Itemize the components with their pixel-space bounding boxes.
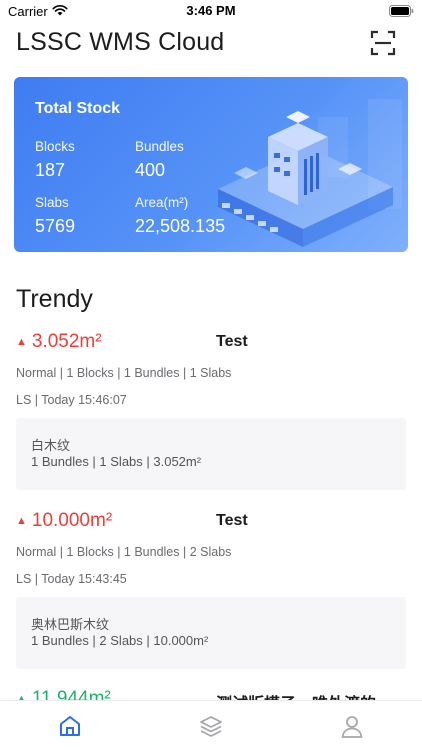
entry-area: ▲ 3.052m² — [16, 331, 102, 353]
entry-detail[interactable]: 奥林巴斯木纹 1 Bundles | 2 Slabs | 10.000m² — [16, 597, 406, 669]
blocks-label: Blocks — [35, 139, 75, 154]
area-label: Area(m²) — [135, 195, 189, 210]
detail-summary: 1 Bundles | 2 Slabs | 10.000m² — [31, 633, 209, 648]
detail-product-name: 奥林巴斯木纹 — [31, 617, 110, 632]
triangle-down-icon: ▲ — [16, 515, 27, 527]
triangle-down-icon: ▲ — [16, 336, 27, 348]
entry-owner: Test — [216, 333, 248, 350]
detail-product-name: 白木纹 — [31, 438, 71, 453]
tab-bar — [0, 700, 422, 750]
entry-detail[interactable]: 白木纹 1 Bundles | 1 Slabs | 3.052m² — [16, 418, 406, 490]
profile-icon[interactable] — [339, 713, 365, 739]
status-bar: Carrier 3:46 PM — [0, 0, 422, 22]
entry-stats: Normal | 1 Blocks | 1 Bundles | 1 Slabs — [16, 366, 232, 380]
entry-area: ▲ 10.000m² — [16, 510, 112, 532]
detail-summary: 1 Bundles | 1 Slabs | 3.052m² — [31, 454, 202, 469]
warehouse-illustration-icon — [218, 99, 402, 247]
total-stock-title: Total Stock — [35, 100, 121, 117]
area-value: 22,508.135 — [135, 216, 226, 236]
entry-meta: LS | Today 15:46:07 — [16, 393, 127, 407]
slabs-value: 5769 — [35, 216, 76, 236]
entry-owner: Test — [216, 512, 248, 529]
app-title: LSSC WMS Cloud — [16, 28, 225, 56]
bundles-label: Bundles — [135, 139, 184, 154]
status-time: 3:46 PM — [186, 3, 236, 18]
scan-icon[interactable] — [370, 30, 396, 56]
entry-meta: LS | Today 15:43:45 — [16, 572, 127, 586]
home-icon[interactable] — [57, 713, 83, 739]
slabs-label: Slabs — [35, 195, 69, 210]
battery-icon — [389, 5, 414, 17]
layers-icon[interactable] — [198, 713, 224, 739]
total-stock-card[interactable]: Total Stock Blocks 187 Bundles 400 Slabs… — [14, 77, 408, 252]
entry-area-value: 10.000m² — [31, 510, 113, 531]
entry-area-value: 3.052m² — [31, 331, 102, 352]
blocks-value: 187 — [35, 160, 66, 180]
bundles-value: 400 — [135, 160, 166, 180]
trendy-title: Trendy — [16, 285, 93, 313]
entry-stats: Normal | 1 Blocks | 1 Bundles | 2 Slabs — [16, 545, 232, 559]
